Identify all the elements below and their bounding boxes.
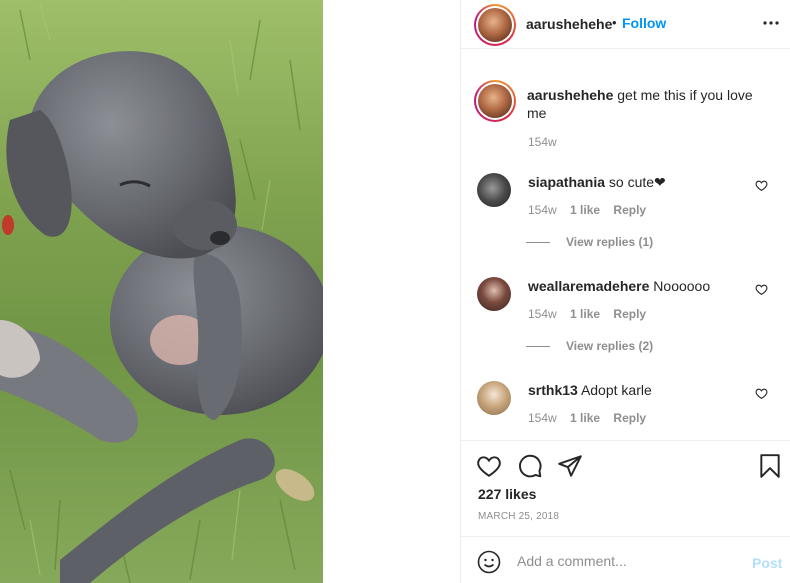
comment-heart-icon[interactable]	[755, 179, 768, 192]
comment-text: Adopt karle	[580, 382, 652, 398]
comment-meta: 154w 1 like Reply	[528, 411, 656, 425]
replies-divider	[526, 346, 550, 348]
comment-item: weallaremadehere Noooooo 154w 1 like Rep…	[461, 277, 790, 377]
comment-reply-button[interactable]: Reply	[613, 203, 646, 217]
smiley-icon[interactable]	[477, 550, 501, 574]
comment-timestamp[interactable]: 154w	[528, 411, 557, 425]
comment-like-count[interactable]: 1 like	[570, 203, 600, 217]
author-avatar[interactable]	[474, 4, 516, 46]
comment-timestamp[interactable]: 154w	[528, 203, 557, 217]
add-comment-bar: Post	[461, 536, 790, 583]
author-username[interactable]: aarushehehe	[526, 16, 612, 32]
comment-heart-icon[interactable]	[755, 283, 768, 296]
comment-avatar[interactable]	[477, 173, 511, 207]
post-side-panel: aarushehehe • Follow aarushehehe get me …	[460, 0, 790, 583]
caption-timestamp[interactable]: 154w	[528, 135, 557, 149]
comment-meta: 154w 1 like Reply	[528, 203, 656, 217]
comment-meta: 154w 1 like Reply	[528, 307, 656, 321]
post-date[interactable]: MARCH 25, 2018	[478, 511, 559, 522]
comment-like-count[interactable]: 1 like	[570, 411, 600, 425]
view-replies-label: View replies (1)	[566, 235, 654, 249]
comment-reply-button[interactable]: Reply	[613, 411, 646, 425]
comment-reply-button[interactable]: Reply	[613, 307, 646, 321]
heart-icon[interactable]	[476, 453, 502, 479]
comment-icon[interactable]	[517, 453, 543, 479]
comment-username[interactable]: weallaremadehere	[528, 278, 649, 294]
comment-text: Noooooo	[653, 278, 711, 294]
comment-text-block: srthk13 Adopt karle	[528, 381, 652, 399]
comment-avatar[interactable]	[477, 381, 511, 415]
comment-username[interactable]: siapathania	[528, 174, 605, 190]
follow-button[interactable]: Follow	[622, 15, 666, 31]
replies-divider	[526, 242, 550, 244]
header-separator: •	[612, 15, 617, 30]
post-header: aarushehehe • Follow	[461, 0, 790, 49]
comment-avatar[interactable]	[477, 277, 511, 311]
view-replies-button[interactable]: View replies (2)	[526, 339, 654, 353]
caption-avatar[interactable]	[474, 80, 516, 122]
view-replies-button[interactable]: View replies (1)	[526, 235, 654, 249]
comment-item: siapathania so cute❤ 154w 1 like Reply V…	[461, 173, 790, 273]
more-horizontal-icon[interactable]	[761, 13, 781, 33]
comment-text-block: weallaremadehere Noooooo	[528, 277, 710, 295]
comment-input[interactable]	[517, 550, 737, 572]
photo-whitespace	[323, 0, 460, 583]
comment-like-count[interactable]: 1 like	[570, 307, 600, 321]
comment-username[interactable]: srthk13	[528, 382, 578, 398]
view-replies-label: View replies (2)	[566, 339, 654, 353]
bookmark-icon[interactable]	[757, 453, 783, 479]
like-count[interactable]: 227 likes	[478, 486, 536, 502]
post-button[interactable]: Post	[752, 555, 782, 571]
caption-text-block: aarushehehe get me this if you love me	[527, 86, 767, 122]
post-photo[interactable]	[0, 0, 323, 583]
share-icon[interactable]	[557, 453, 583, 479]
puppy-image	[0, 4, 323, 583]
comment-timestamp[interactable]: 154w	[528, 307, 557, 321]
comment-text-block: siapathania so cute❤	[528, 173, 666, 191]
caption-username[interactable]: aarushehehe	[527, 87, 613, 103]
comment-heart-icon[interactable]	[755, 387, 768, 400]
comment-text: so cute❤	[608, 174, 666, 190]
